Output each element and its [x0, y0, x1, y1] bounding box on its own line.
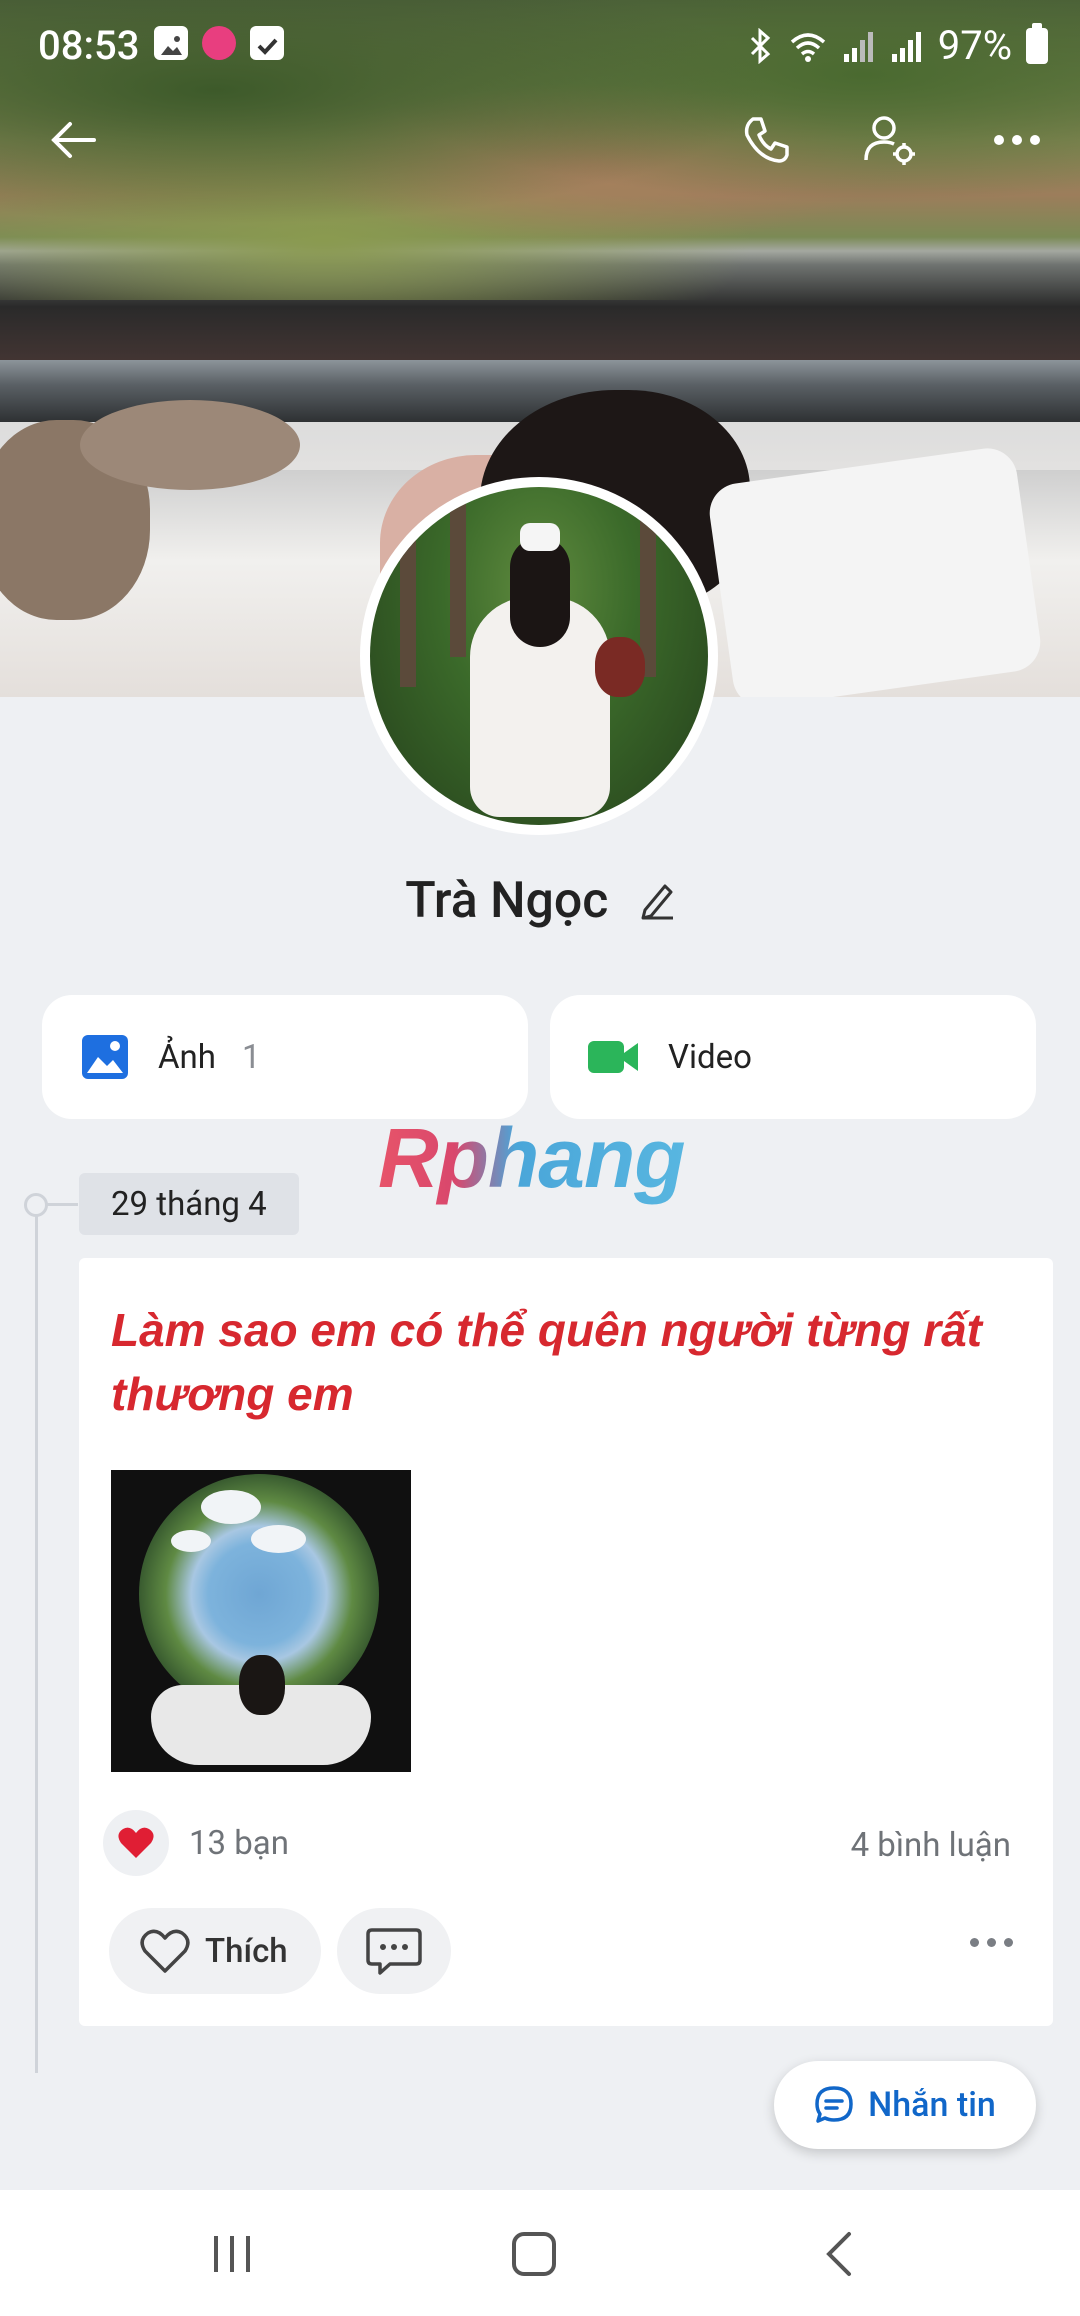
avatar-tree: [400, 487, 416, 687]
system-nav-bar: [0, 2190, 1080, 2316]
recents-icon: [214, 2236, 250, 2272]
reaction-bubble: [103, 1810, 169, 1876]
post-more-button[interactable]: [970, 1938, 1013, 1947]
photo-cloud: [251, 1525, 306, 1553]
post-card[interactable]: Làm sao em có thể quên người từng rất th…: [79, 1258, 1053, 2026]
status-right: 97%: [746, 22, 1048, 69]
timeline-date: 29 tháng 4: [79, 1173, 299, 1235]
edit-name-button[interactable]: [639, 875, 675, 933]
comment-button[interactable]: [337, 1908, 451, 1994]
pencil-icon: [641, 884, 673, 920]
avatar-tree: [640, 487, 656, 677]
signal-icon: [843, 31, 873, 62]
watermark-logo: Rphang: [378, 1111, 686, 1205]
videos-card[interactable]: Video: [550, 995, 1036, 1119]
timeline-line: [35, 1203, 38, 2073]
more-horizontal-icon: [994, 135, 1040, 145]
home-button[interactable]: [504, 2224, 564, 2284]
arrow-left-icon: [51, 122, 96, 158]
top-nav: [0, 105, 1080, 175]
battery-icon: [1026, 22, 1048, 64]
battery-percent: 97%: [937, 22, 1012, 69]
avatar-hair: [510, 537, 570, 647]
photo-person: [239, 1655, 285, 1715]
home-icon: [512, 2232, 556, 2276]
signal-icon-2: [891, 31, 921, 62]
videos-label: Video: [668, 1037, 752, 1077]
reactions-summary[interactable]: 13 bạn: [103, 1810, 289, 1876]
photo-cloud: [201, 1490, 261, 1524]
more-dot: [987, 1938, 996, 1947]
avatar-tree: [450, 487, 466, 657]
heart-outline-icon: [140, 1929, 190, 1973]
back-button[interactable]: [38, 105, 108, 175]
photos-label: Ảnh: [158, 1037, 216, 1077]
video-icon: [588, 1041, 638, 1073]
bluetooth-icon: [750, 27, 770, 64]
cover-teddy-head: [80, 400, 300, 490]
more-button[interactable]: [982, 105, 1052, 175]
recents-button[interactable]: [202, 2224, 262, 2284]
avatar[interactable]: [360, 477, 718, 835]
reaction-count: 13 bạn: [189, 1823, 289, 1863]
post-text: Làm sao em có thể quên người từng rất th…: [111, 1304, 982, 1420]
comment-count[interactable]: 4 bình luận: [851, 1826, 1011, 1865]
more-dot: [1004, 1938, 1013, 1947]
back-chevron-icon: [826, 2232, 851, 2276]
profile-name-text: Trà Ngọc: [405, 872, 609, 930]
avatar-photo: [370, 487, 708, 825]
profile-name: Trà Ngọc: [0, 872, 1080, 933]
check-notification-icon: [250, 26, 284, 60]
like-button[interactable]: Thích: [109, 1908, 321, 1994]
wifi-icon: [790, 32, 825, 62]
message-button[interactable]: Nhắn tin: [774, 2061, 1036, 2149]
cover-pillow: [705, 444, 1045, 697]
avatar-flowers: [595, 637, 645, 697]
comment-icon: [366, 1928, 422, 1975]
status-bar: 08:53 97%: [0, 0, 1080, 92]
post-photo[interactable]: [111, 1470, 411, 1772]
more-dot: [970, 1938, 979, 1947]
notification-icons: [154, 26, 284, 60]
profile-settings-button[interactable]: [855, 105, 925, 175]
user-settings-icon: [864, 116, 915, 165]
status-time: 08:53: [38, 22, 140, 69]
system-back-button[interactable]: [808, 2224, 868, 2284]
gallery-notification-icon: [154, 26, 188, 60]
like-label: Thích: [205, 1931, 288, 1971]
photo-cloud: [171, 1530, 211, 1552]
photos-card[interactable]: Ảnh 1: [42, 995, 528, 1119]
image-icon: [82, 1035, 128, 1079]
chat-icon: [815, 2086, 853, 2123]
avatar-bow: [520, 523, 560, 551]
timeline-connector: [46, 1203, 78, 1206]
call-button[interactable]: [731, 105, 801, 175]
phone-icon: [744, 117, 789, 163]
timeline-dot: [24, 1193, 48, 1217]
message-label: Nhắn tin: [868, 2085, 996, 2125]
heart-filled-icon: [118, 1827, 154, 1858]
photos-count: 1: [241, 1037, 261, 1077]
app-notification-icon: [202, 26, 236, 60]
